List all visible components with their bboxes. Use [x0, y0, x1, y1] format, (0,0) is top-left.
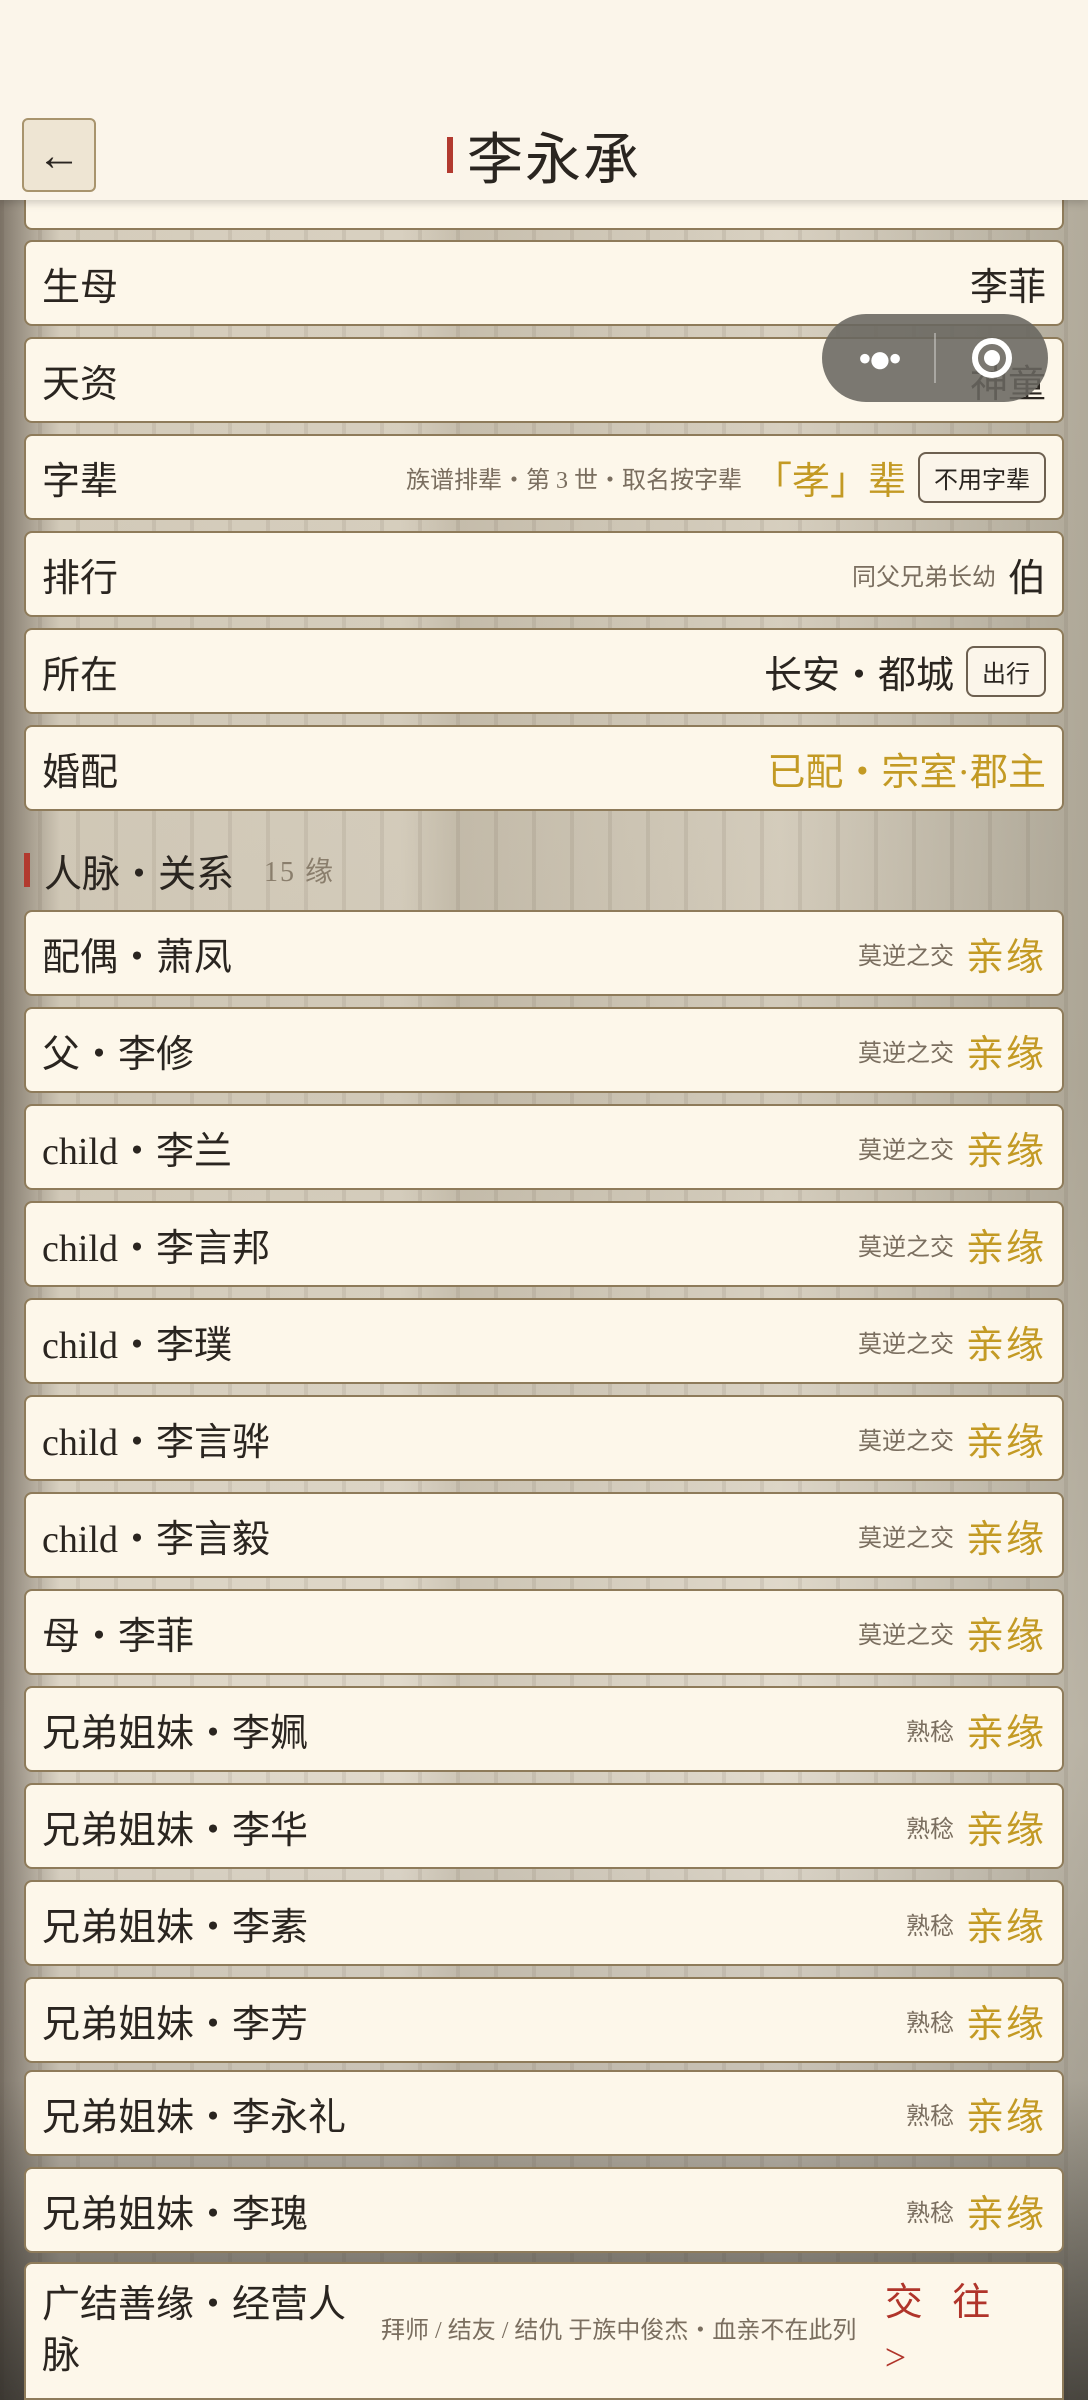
relation-level: 莫逆之交: [857, 1428, 954, 1455]
relation-name: 兄弟姐妹・李素: [42, 1906, 309, 1949]
relation-tag: 亲缘: [965, 1809, 1046, 1852]
attribute-row-location: 所在 长安・都城 出行: [24, 628, 1064, 714]
relation-name: 兄弟姐妹・李芳: [42, 2003, 309, 2046]
clipped-row: [24, 196, 1064, 230]
relation-tag: 亲缘: [965, 2096, 1046, 2139]
relation-name: child・李璞: [42, 1324, 232, 1367]
relation-tag: 亲缘: [965, 1712, 1046, 1755]
relation-name: 兄弟姐妹・李瑰: [42, 2193, 309, 2236]
skip-generation-button[interactable]: 不用字辈: [918, 451, 1046, 503]
relation-name: 父・李修: [42, 1033, 195, 1076]
page-title: 李永承: [467, 129, 641, 192]
title-accent-bar: [447, 137, 453, 173]
relation-row[interactable]: 兄弟姐妹・李华 熟稔 亲缘: [24, 1783, 1064, 1869]
travel-button[interactable]: 出行: [966, 645, 1046, 697]
miniprogram-capsule: •●•: [822, 314, 1048, 402]
network-description: 拜师 / 结友 / 结仇 于族中俊杰・血亲不在此列: [381, 2317, 857, 2344]
attribute-label: 生母: [42, 266, 119, 309]
relation-row[interactable]: 兄弟姐妹・李芳 熟稔 亲缘: [24, 1977, 1064, 2063]
relation-level: 熟稔: [905, 2010, 954, 2037]
relation-row[interactable]: 母・李菲 莫逆之交 亲缘: [24, 1589, 1064, 1675]
relations-count: 15 缘: [264, 857, 336, 888]
generation-value: 「孝」辈: [753, 460, 906, 503]
close-miniprogram-icon[interactable]: [936, 338, 1048, 378]
relation-row[interactable]: child・李言毅 莫逆之交 亲缘: [24, 1492, 1064, 1578]
attribute-note: 族谱排辈・第 3 世・取名按字辈: [405, 467, 742, 494]
relation-level: 熟稔: [905, 1719, 954, 1746]
attribute-label: 所在: [42, 654, 119, 697]
relation-name: child・李兰: [42, 1130, 232, 1173]
network-title: 广结善缘・经营人脉: [42, 2283, 347, 2377]
attribute-value: 李菲: [969, 266, 1046, 309]
relation-level: 熟稔: [905, 1913, 954, 1940]
relation-level: 莫逆之交: [857, 1622, 954, 1649]
relations-section-header: 人脉・关系 15 缘: [24, 842, 335, 898]
attribute-row-rank: 排行 同父兄弟长幼 伯: [24, 531, 1064, 617]
relation-tag: 亲缘: [965, 1130, 1046, 1173]
relation-row[interactable]: child・李言邦 莫逆之交 亲缘: [24, 1201, 1064, 1287]
relation-level: 莫逆之交: [857, 1525, 954, 1552]
attribute-value: 伯: [1007, 557, 1046, 600]
relation-name: child・李言毅: [42, 1518, 270, 1561]
relation-level: 莫逆之交: [857, 1137, 954, 1164]
section-accent-bar: [24, 853, 30, 887]
relation-level: 熟稔: [905, 2200, 954, 2227]
marriage-value: 已配・宗室·郡主: [767, 751, 1046, 794]
attribute-label: 婚配: [42, 751, 119, 794]
network-row[interactable]: 广结善缘・经营人脉 拜师 / 结友 / 结仇 于族中俊杰・血亲不在此列 交 往 …: [24, 2262, 1064, 2400]
more-icon[interactable]: •●•: [822, 335, 934, 382]
relation-tag: 亲缘: [965, 2193, 1046, 2236]
relation-tag: 亲缘: [965, 1518, 1046, 1561]
relation-level: 莫逆之交: [857, 943, 954, 970]
relation-name: 兄弟姐妹・李华: [42, 1809, 309, 1852]
relation-row[interactable]: 配偶・萧凤 莫逆之交 亲缘: [24, 910, 1064, 996]
relation-name: 配偶・萧凤: [42, 936, 233, 979]
relation-level: 莫逆之交: [857, 1331, 954, 1358]
relation-name: 兄弟姐妹・李永礼: [42, 2096, 347, 2139]
relation-row[interactable]: 父・李修 莫逆之交 亲缘: [24, 1007, 1064, 1093]
relation-tag: 亲缘: [965, 1324, 1046, 1367]
relation-row[interactable]: child・李璞 莫逆之交 亲缘: [24, 1298, 1064, 1384]
attribute-note: 同父兄弟长幼: [851, 564, 996, 591]
relation-level: 熟稔: [905, 2103, 954, 2130]
relation-level: 熟稔: [905, 1816, 954, 1843]
title-area: 李永承: [0, 118, 1088, 192]
relation-tag: 亲缘: [965, 936, 1046, 979]
attribute-row-generation: 字辈 族谱排辈・第 3 世・取名按字辈 「孝」辈 不用字辈: [24, 434, 1064, 520]
top-bar: ← 李永承: [0, 0, 1088, 200]
relation-row[interactable]: 兄弟姐妹・李姵 熟稔 亲缘: [24, 1686, 1064, 1772]
relation-tag: 亲缘: [965, 1033, 1046, 1076]
relation-row[interactable]: 兄弟姐妹・李永礼 熟稔 亲缘: [24, 2070, 1064, 2156]
relation-row[interactable]: child・李兰 莫逆之交 亲缘: [24, 1104, 1064, 1190]
section-title: 人脉・关系: [44, 853, 235, 896]
relation-level: 莫逆之交: [857, 1234, 954, 1261]
relation-row[interactable]: 兄弟姐妹・李素 熟稔 亲缘: [24, 1880, 1064, 1966]
attribute-value: 长安・都城: [763, 654, 954, 697]
relation-tag: 亲缘: [965, 2003, 1046, 2046]
attribute-label: 排行: [42, 557, 119, 600]
relation-name: 母・李菲: [42, 1615, 195, 1658]
relation-tag: 亲缘: [965, 1421, 1046, 1464]
attribute-label: 字辈: [42, 460, 119, 503]
relation-row[interactable]: 兄弟姐妹・李瑰 熟稔 亲缘: [24, 2167, 1064, 2253]
relation-tag: 亲缘: [965, 1615, 1046, 1658]
attribute-row-marriage[interactable]: 婚配 已配・宗室·郡主: [24, 725, 1064, 811]
interact-button[interactable]: 交 往 >: [885, 2276, 1046, 2386]
relation-name: child・李言骅: [42, 1421, 270, 1464]
relation-name: child・李言邦: [42, 1227, 270, 1270]
relation-tag: 亲缘: [965, 1227, 1046, 1270]
relation-tag: 亲缘: [965, 1906, 1046, 1949]
relation-row[interactable]: child・李言骅 莫逆之交 亲缘: [24, 1395, 1064, 1481]
relation-level: 莫逆之交: [857, 1040, 954, 1067]
relation-name: 兄弟姐妹・李姵: [42, 1712, 309, 1755]
